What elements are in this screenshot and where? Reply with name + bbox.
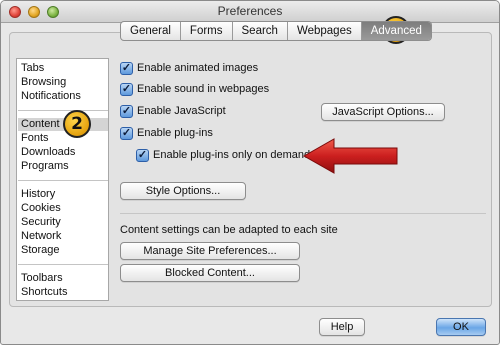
animated-images-checkbox[interactable]: ✓ xyxy=(120,62,133,75)
sidebar-item-network[interactable]: Network xyxy=(21,230,61,243)
callout-badge-two: 2 xyxy=(63,110,91,138)
sidebar-item-cookies[interactable]: Cookies xyxy=(21,202,61,215)
sidebar-item-security[interactable]: Security xyxy=(21,216,61,229)
style-options-button[interactable]: Style Options... xyxy=(120,182,246,200)
ok-button[interactable]: OK xyxy=(436,318,486,336)
manage-site-preferences-button[interactable]: Manage Site Preferences... xyxy=(120,242,300,260)
javascript-options-button[interactable]: JavaScript Options... xyxy=(321,103,445,121)
site-settings-info: Content settings can be adapted to each … xyxy=(120,224,338,236)
sound-label: Enable sound in webpages xyxy=(137,83,270,95)
javascript-label: Enable JavaScript xyxy=(137,105,226,117)
plugins-on-demand-checkbox[interactable]: ✓ xyxy=(136,149,149,162)
sidebar-item-browsing[interactable]: Browsing xyxy=(21,76,66,89)
sidebar-item-notifications[interactable]: Notifications xyxy=(21,90,81,103)
tab-search[interactable]: Search xyxy=(233,22,288,40)
zoom-window-icon[interactable] xyxy=(47,6,59,18)
sidebar-item-storage[interactable]: Storage xyxy=(21,244,60,257)
tab-webpages[interactable]: Webpages xyxy=(288,22,362,40)
section-divider xyxy=(120,213,486,214)
animated-images-label: Enable animated images xyxy=(137,62,259,74)
sidebar-item-fonts[interactable]: Fonts xyxy=(21,132,49,145)
plugins-on-demand-label: Enable plug-ins only on demand xyxy=(153,149,311,161)
window-title: Preferences xyxy=(217,4,283,18)
tab-forms[interactable]: Forms xyxy=(181,22,233,40)
sidebar-item-programs[interactable]: Programs xyxy=(21,160,69,173)
help-button[interactable]: Help xyxy=(319,318,365,336)
sidebar-item-shortcuts[interactable]: Shortcuts xyxy=(21,286,67,299)
tab-advanced[interactable]: Advanced xyxy=(361,22,431,40)
sidebar-divider xyxy=(18,180,108,181)
minimize-window-icon[interactable] xyxy=(28,6,40,18)
close-window-icon[interactable] xyxy=(9,6,21,18)
tab-general[interactable]: General xyxy=(121,22,181,40)
sidebar-item-history[interactable]: History xyxy=(21,188,55,201)
advanced-category-list: Tabs Browsing Notifications Content Font… xyxy=(16,58,109,301)
javascript-checkbox[interactable]: ✓ xyxy=(120,105,133,118)
sidebar-item-toolbars[interactable]: Toolbars xyxy=(21,272,63,285)
title-bar: Preferences xyxy=(1,1,499,23)
sidebar-divider xyxy=(18,110,108,111)
blocked-content-button[interactable]: Blocked Content... xyxy=(120,264,300,282)
plugins-label: Enable plug-ins xyxy=(137,127,213,139)
sidebar-item-tabs[interactable]: Tabs xyxy=(21,62,44,75)
sound-checkbox[interactable]: ✓ xyxy=(120,83,133,96)
sidebar-divider xyxy=(18,264,108,265)
tab-bar: General Forms Search Webpages Advanced xyxy=(120,21,432,41)
sidebar-item-downloads[interactable]: Downloads xyxy=(21,146,75,159)
plugins-checkbox[interactable]: ✓ xyxy=(120,127,133,140)
preferences-window: Preferences General Forms Search Webpage… xyxy=(0,0,500,345)
callout-arrow-icon xyxy=(302,138,398,174)
